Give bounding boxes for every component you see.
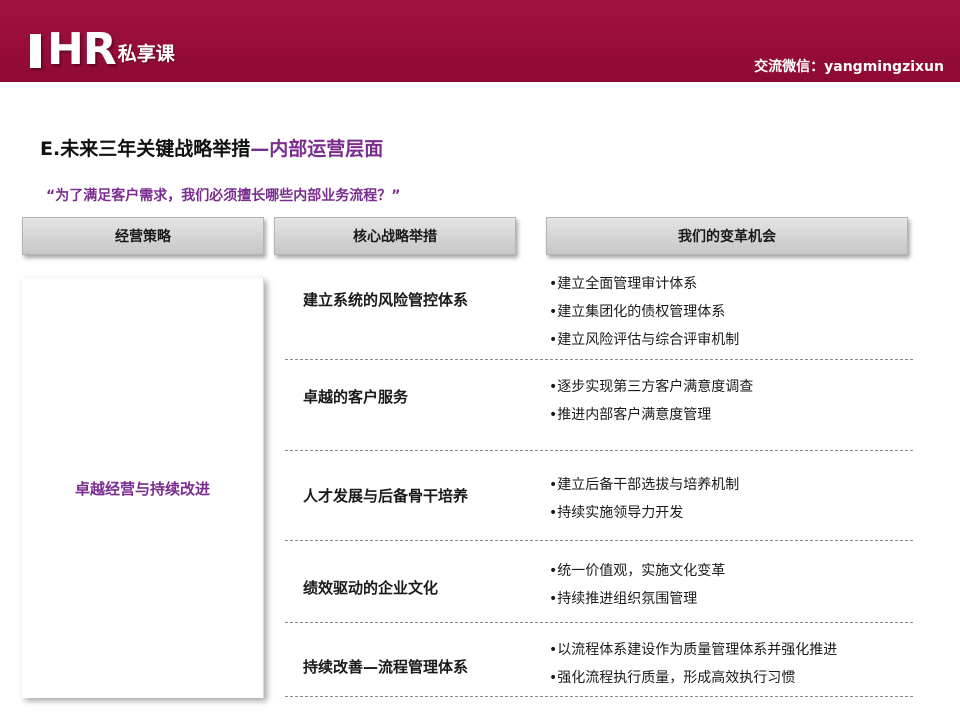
initiative-label: 绩效驱动的企业文化 bbox=[303, 579, 439, 597]
row-divider bbox=[285, 696, 913, 697]
opportunity-item: •持续推进组织氛围管理 bbox=[549, 591, 698, 607]
logo-bar-icon bbox=[30, 34, 41, 68]
initiative-row: 建立系统的风险管控体系 •建立全面管理审计体系 •建立集团化的债权管理体系 •建… bbox=[285, 268, 913, 360]
opportunity-item: •建立风险评估与综合评审机制 bbox=[549, 332, 740, 348]
initiative-label: 卓越的客户服务 bbox=[303, 388, 409, 406]
initiative-row: 持续改善—流程管理体系 •以流程体系建设作为质量管理体系并强化推进 •强化流程执… bbox=[285, 623, 913, 697]
initiative-row: 卓越的客户服务 •逐步实现第三方客户满意度调查 •推进内部客户满意度管理 bbox=[285, 360, 913, 451]
opportunity-item: •强化流程执行质量，形成高效执行习惯 bbox=[549, 670, 796, 686]
opportunity-item: •推进内部客户满意度管理 bbox=[549, 407, 712, 423]
initiative-label: 人才发展与后备骨干培养 bbox=[303, 487, 469, 505]
column-header-initiatives: 核心战略举措 bbox=[274, 217, 516, 255]
title-accent: —内部运营层面 bbox=[250, 138, 384, 160]
wechat-contact: 交流微信：yangmingzixun bbox=[754, 59, 944, 75]
title-main: E.未来三年关键战略举措 bbox=[40, 138, 251, 160]
column-header-strategy: 经营策略 bbox=[22, 217, 264, 255]
initiative-row: 绩效驱动的企业文化 •统一价值观，实施文化变革 •持续推进组织氛围管理 bbox=[285, 541, 913, 623]
opportunity-list: •建立全面管理审计体系 •建立集团化的债权管理体系 •建立风险评估与综合评审机制 bbox=[549, 270, 739, 354]
opportunity-item: •建立全面管理审计体系 bbox=[549, 276, 698, 292]
opportunity-item: •建立集团化的债权管理体系 bbox=[549, 304, 726, 320]
strategy-panel: 卓越经营与持续改进 bbox=[22, 278, 264, 698]
opportunity-list: •统一价值观，实施文化变革 •持续推进组织氛围管理 bbox=[549, 557, 725, 613]
opportunity-item: •逐步实现第三方客户满意度调查 bbox=[549, 379, 754, 395]
opportunity-list: •以流程体系建设作为质量管理体系并强化推进 •强化流程执行质量，形成高效执行习惯 bbox=[549, 636, 837, 692]
opportunity-item: •持续实施领导力开发 bbox=[549, 505, 684, 521]
opportunity-item: •以流程体系建设作为质量管理体系并强化推进 bbox=[549, 642, 838, 658]
opportunity-item: •建立后备干部选拔与培养机制 bbox=[549, 477, 740, 493]
opportunity-list: •建立后备干部选拔与培养机制 •持续实施领导力开发 bbox=[549, 471, 739, 527]
opportunity-list: •逐步实现第三方客户满意度调查 •推进内部客户满意度管理 bbox=[549, 373, 753, 429]
header-band: HR 私享课 交流微信：yangmingzixun bbox=[0, 0, 960, 82]
initiative-label: 建立系统的风险管控体系 bbox=[303, 291, 469, 309]
initiative-row: 人才发展与后备骨干培养 •建立后备干部选拔与培养机制 •持续实施领导力开发 bbox=[285, 451, 913, 541]
logo: HR 私享课 bbox=[30, 24, 175, 75]
page-title: E.未来三年关键战略举措—内部运营层面 bbox=[40, 134, 383, 161]
opportunity-item: •统一价值观，实施文化变革 bbox=[549, 563, 726, 579]
logo-letters: HR bbox=[47, 24, 117, 75]
column-header-opportunities: 我们的变革机会 bbox=[546, 217, 908, 255]
initiative-label: 持续改善—流程管理体系 bbox=[303, 658, 469, 676]
strategy-label: 卓越经营与持续改进 bbox=[74, 479, 210, 498]
page-subtitle: “为了满足客户需求，我们必须擅长哪些内部业务流程？” bbox=[46, 188, 401, 204]
logo-suffix: 私享课 bbox=[117, 43, 175, 65]
